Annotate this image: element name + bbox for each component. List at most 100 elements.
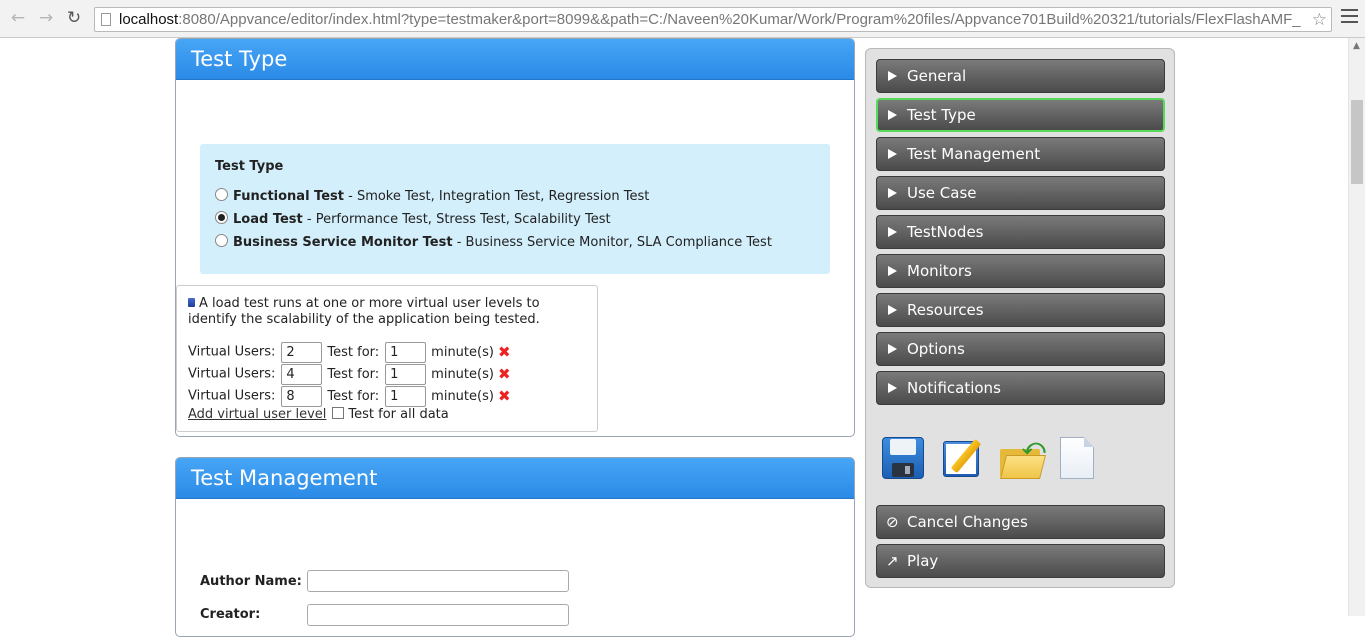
panel-title: Test Management: [176, 458, 854, 499]
test-for-label: Test for:: [327, 388, 380, 404]
bookmark-star-icon[interactable]: ☆: [1312, 8, 1327, 31]
test-type-option[interactable]: Business Service Monitor Test - Business…: [215, 234, 830, 257]
virtual-user-row: Virtual Users: 4 Test for: 1 minute(s) ✖: [188, 363, 597, 385]
scrollbar-thumb[interactable]: [1351, 100, 1363, 184]
test-management-panel: Test Management Author Name: Creator:: [175, 457, 855, 637]
play-export-icon: ↗: [886, 552, 899, 570]
sidebar-item-label: Options: [907, 340, 965, 358]
expand-triangle-icon: [888, 305, 897, 315]
test-type-option[interactable]: Functional Test - Smoke Test, Integratio…: [215, 188, 830, 211]
sidebar-item-test-type[interactable]: Test Type: [876, 98, 1165, 132]
radio-button[interactable]: [215, 234, 228, 247]
info-icon: [188, 298, 195, 307]
test-type-option[interactable]: Load Test - Performance Test, Stress Tes…: [215, 211, 830, 234]
author-name-label: Author Name:: [200, 574, 302, 589]
creator-field[interactable]: [307, 604, 569, 626]
sidebar: General Test Type Test Management Use Case T…: [865, 48, 1175, 588]
page-scrollbar[interactable]: ▲: [1348, 38, 1365, 616]
option-name: Load Test: [233, 212, 303, 227]
new-document-icon[interactable]: [1056, 435, 1102, 481]
sidebar-item-resources[interactable]: Resources: [876, 293, 1165, 327]
panel-title: Test Type: [176, 39, 854, 80]
sidebar-item-label: Test Management: [907, 145, 1041, 163]
expand-triangle-icon: [888, 383, 897, 393]
delete-icon[interactable]: ✖: [498, 387, 511, 405]
option-description: - Business Service Monitor, SLA Complian…: [452, 235, 772, 250]
sidebar-item-notifications[interactable]: Notifications: [876, 371, 1165, 405]
load-test-settings: A load test runs at one or more virtual …: [176, 285, 598, 432]
sidebar-item-use-case[interactable]: Use Case: [876, 176, 1165, 210]
delete-icon[interactable]: ✖: [498, 365, 511, 383]
browser-toolbar: ← → ↻ localhost:8080/Appvance/editor/ind…: [0, 0, 1365, 38]
minutes-input[interactable]: 1: [385, 363, 427, 385]
address-bar[interactable]: localhost:8080/Appvance/editor/index.htm…: [94, 7, 1332, 32]
browser-menu-icon[interactable]: [1341, 9, 1358, 27]
test-for-label: Test for:: [327, 366, 380, 382]
reload-icon[interactable]: ↻: [64, 8, 84, 28]
sidebar-item-label: Resources: [907, 301, 984, 319]
minutes-input[interactable]: 1: [385, 385, 427, 407]
sidebar-item-label: Use Case: [907, 184, 977, 202]
virtual-users-input[interactable]: 4: [281, 363, 323, 385]
cancel-icon: ⊘: [886, 513, 899, 531]
sidebar-item-monitors[interactable]: Monitors: [876, 254, 1165, 288]
sidebar-item-label: Monitors: [907, 262, 972, 280]
sidebar-item-general[interactable]: General: [876, 59, 1165, 93]
virtual-users-input[interactable]: 2: [281, 341, 323, 363]
expand-triangle-icon: [888, 227, 897, 237]
info-text: A load test runs at one or more virtual …: [188, 296, 540, 327]
test-for-label: Test for:: [327, 344, 380, 360]
add-level-row: Add virtual user level Test for all data: [188, 407, 597, 425]
expand-triangle-icon: [888, 110, 897, 120]
option-description: - Performance Test, Stress Test, Scalabi…: [302, 212, 611, 227]
play-button[interactable]: ↗ Play: [876, 544, 1165, 578]
virtual-user-row: Virtual Users: 8 Test for: 1 minute(s) ✖: [188, 385, 597, 407]
virtual-users-label: Virtual Users:: [188, 366, 276, 382]
option-name: Business Service Monitor Test: [233, 235, 453, 250]
forward-arrow-icon[interactable]: →: [36, 8, 56, 28]
test-type-box-title: Test Type: [215, 159, 284, 174]
author-name-field[interactable]: [307, 570, 569, 592]
expand-triangle-icon: [888, 149, 897, 159]
sidebar-item-label: General: [907, 67, 967, 85]
sidebar-item-label: Test Type: [907, 106, 976, 124]
url-host: localhost: [119, 11, 179, 28]
virtual-users-input[interactable]: 8: [281, 385, 323, 407]
sidebar-item-test-management[interactable]: Test Management: [876, 137, 1165, 171]
load-test-info: A load test runs at one or more virtual …: [188, 296, 578, 328]
back-arrow-icon[interactable]: ←: [8, 8, 28, 28]
edit-icon[interactable]: [940, 435, 986, 481]
virtual-user-row: Virtual Users: 2 Test for: 1 minute(s) ✖: [188, 341, 597, 363]
url-path: :8080/Appvance/editor/index.html?type=te…: [178, 11, 1301, 28]
scroll-up-icon[interactable]: ▲: [1353, 41, 1360, 51]
creator-label: Creator:: [200, 607, 261, 622]
sidebar-item-testnodes[interactable]: TestNodes: [876, 215, 1165, 249]
test-type-panel: Test Type Test Type Functional Test - Sm…: [175, 38, 855, 437]
add-virtual-user-level-link[interactable]: Add virtual user level: [188, 407, 326, 422]
minutes-unit: minute(s): [431, 366, 494, 382]
save-icon[interactable]: [880, 435, 926, 481]
cancel-changes-button[interactable]: ⊘ Cancel Changes: [876, 505, 1165, 539]
sidebar-item-label: TestNodes: [907, 223, 984, 241]
virtual-users-label: Virtual Users:: [188, 388, 276, 404]
sidebar-item-label: Notifications: [907, 379, 1001, 397]
minutes-input[interactable]: 1: [385, 341, 427, 363]
test-type-box: Test Type Functional Test - Smoke Test, …: [200, 144, 830, 274]
sidebar-item-options[interactable]: Options: [876, 332, 1165, 366]
option-description: - Smoke Test, Integration Test, Regressi…: [343, 189, 650, 204]
play-label: Play: [907, 552, 939, 570]
option-name: Functional Test: [233, 189, 344, 204]
expand-triangle-icon: [888, 344, 897, 354]
minutes-unit: minute(s): [431, 388, 494, 404]
radio-button[interactable]: [215, 188, 228, 201]
minutes-unit: minute(s): [431, 344, 494, 360]
expand-triangle-icon: [888, 71, 897, 81]
open-folder-icon[interactable]: ⤺: [998, 435, 1046, 481]
virtual-users-label: Virtual Users:: [188, 344, 276, 360]
delete-icon[interactable]: ✖: [498, 343, 511, 361]
expand-triangle-icon: [888, 266, 897, 276]
radio-button[interactable]: [215, 211, 228, 224]
test-all-data-label: Test for all data: [348, 407, 449, 422]
expand-triangle-icon: [888, 188, 897, 198]
test-all-data-checkbox[interactable]: [332, 407, 345, 419]
